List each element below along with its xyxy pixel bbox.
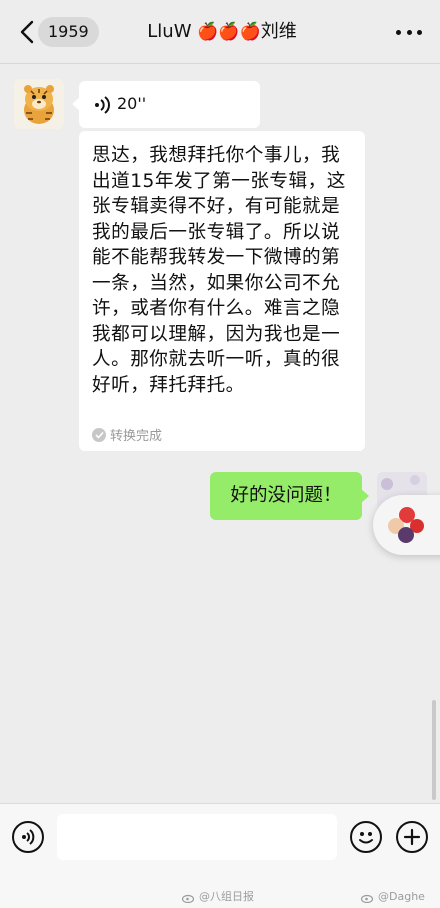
- floating-window-widget[interactable]: [373, 495, 440, 555]
- weibo-logo-icon: [361, 894, 374, 903]
- contact-name-prefix: LluW: [147, 21, 192, 42]
- transcript-status: 转换完成: [92, 425, 162, 444]
- contact-avatar[interactable]: [14, 79, 64, 129]
- transcript-status-label: 转换完成: [110, 429, 163, 444]
- chat-title: LluW 🍎🍎🍎刘维: [0, 18, 440, 46]
- voice-transcript-panel[interactable]: 思达，我想拜托你个事儿，我出道15年发了第一张专辑，这张专辑卖得不好，有可能就是…: [79, 131, 365, 451]
- plus-icon: [403, 828, 421, 846]
- message-input[interactable]: [57, 814, 337, 860]
- tiger-avatar-icon: [24, 85, 54, 124]
- watermark-right-text: @Daghe: [378, 890, 425, 903]
- contact-name-suffix: 刘维: [260, 21, 297, 42]
- chat-header: 1959 LluW 🍎🍎🍎刘维: [0, 0, 440, 64]
- more-functions-button[interactable]: [396, 821, 428, 853]
- floating-bubbles-icon: [388, 507, 424, 543]
- more-options-button[interactable]: [396, 24, 422, 40]
- voice-duration: 20'': [117, 94, 147, 113]
- weibo-logo-icon: [182, 894, 195, 903]
- voice-input-icon: [22, 829, 35, 845]
- more-horizontal-icon: [396, 29, 401, 35]
- voice-message-bubble[interactable]: 20'': [72, 81, 260, 128]
- apple-emoji-icons: 🍎🍎🍎: [197, 22, 261, 42]
- emoji-icon: [359, 832, 373, 844]
- watermark-left-text: @八组日报: [199, 890, 254, 903]
- watermark-right: @Daghe: [361, 890, 425, 904]
- chat-scrollbar[interactable]: [432, 700, 436, 800]
- voice-input-button[interactable]: [12, 821, 44, 853]
- sent-message-bubble[interactable]: 好的没问题！: [210, 472, 369, 520]
- watermark-left: @八组日报: [182, 890, 254, 904]
- transcript-text: 思达，我想拜托你个事儿，我出道15年发了第一张专辑，这张专辑卖得不好，有可能就是…: [92, 145, 346, 396]
- check-circle-icon: [92, 427, 106, 442]
- voice-wave-icon: [95, 96, 110, 114]
- emoji-button[interactable]: [350, 821, 382, 853]
